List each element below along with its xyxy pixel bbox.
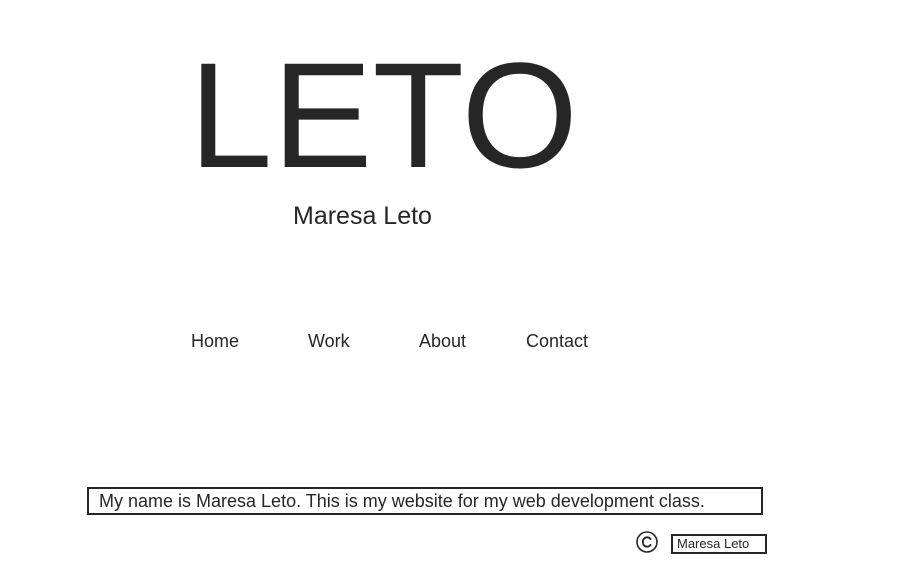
- site-logo: LETO: [189, 31, 579, 199]
- page: LETO Maresa Leto Home Work About Contact…: [0, 0, 917, 567]
- nav-link-work[interactable]: Work: [308, 332, 350, 350]
- nav-link-home[interactable]: Home: [191, 332, 239, 350]
- copyright-icon: [636, 531, 658, 553]
- main-navigation: Home Work About Contact: [0, 332, 917, 354]
- site-subtitle: Maresa Leto: [293, 202, 432, 230]
- nav-link-about[interactable]: About: [419, 332, 466, 350]
- nav-link-contact[interactable]: Contact: [526, 332, 588, 350]
- footer-name-box: Maresa Leto: [671, 534, 767, 554]
- bio-text-box: My name is Maresa Leto. This is my websi…: [87, 487, 763, 515]
